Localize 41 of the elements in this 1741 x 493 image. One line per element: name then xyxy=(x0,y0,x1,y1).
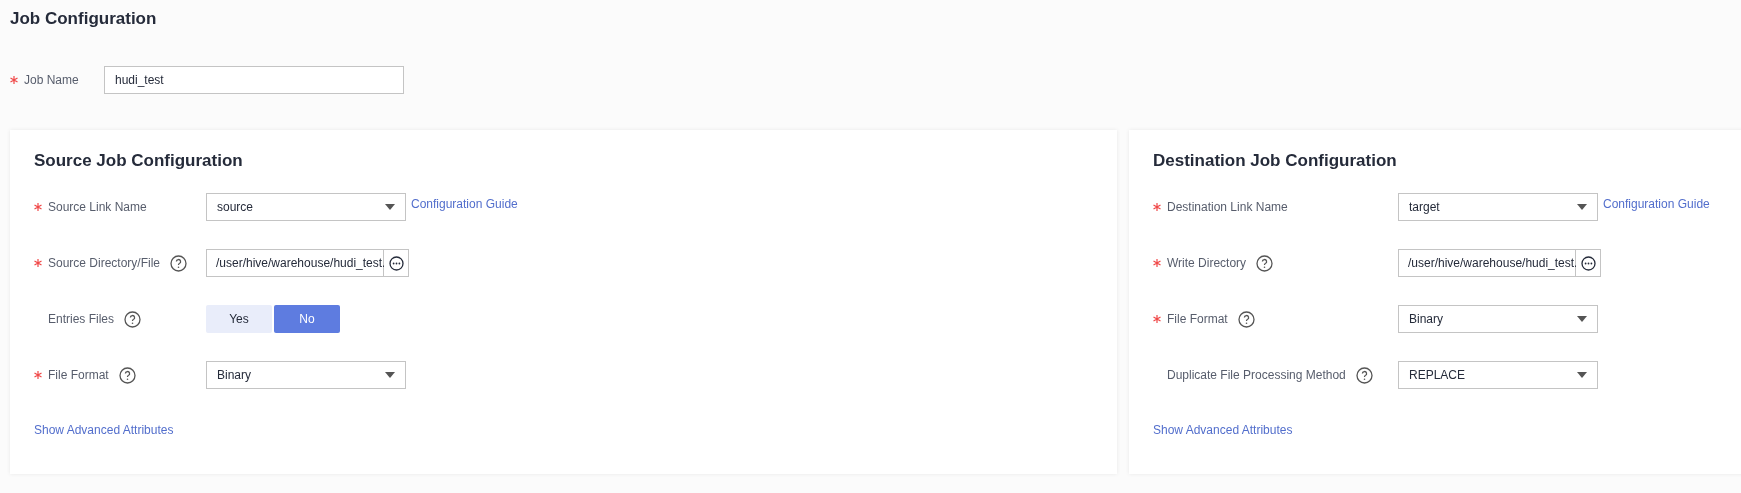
job-name-field[interactable]: hudi_test xyxy=(104,65,404,94)
field-label: Job Name xyxy=(24,71,79,89)
toggle-option[interactable]: No xyxy=(274,305,340,333)
caret-icon xyxy=(1577,316,1587,322)
field-label: File Format xyxy=(1167,311,1228,328)
more-icon xyxy=(388,255,404,271)
field-label: Duplicate File Processing Method xyxy=(1167,367,1346,384)
field-label: Entries Files xyxy=(48,311,115,328)
browse-button[interactable] xyxy=(384,249,409,277)
panel-title: Destination Job Configuration xyxy=(1153,149,1398,172)
path-field[interactable]: /user/hive/warehouse/hudi_test. xyxy=(206,249,384,277)
help-icon[interactable] xyxy=(1355,366,1373,384)
field-label: Source Link Name xyxy=(48,199,147,216)
field-label: Write Directory xyxy=(1167,255,1247,272)
toggle-option[interactable]: Yes xyxy=(206,305,272,333)
dropdown[interactable]: Binary xyxy=(206,361,406,389)
help-icon[interactable] xyxy=(170,254,188,272)
field-label: File Format xyxy=(48,367,109,384)
dropdown[interactable]: source xyxy=(206,193,406,221)
caret-icon xyxy=(1577,372,1587,378)
dropdown[interactable]: target xyxy=(1398,193,1598,221)
help-icon[interactable] xyxy=(1237,310,1255,328)
caret-icon xyxy=(385,372,395,378)
more-icon xyxy=(1580,255,1596,271)
browse-button[interactable] xyxy=(1576,249,1601,277)
field-label: Source Directory/File xyxy=(48,255,161,272)
caret-icon xyxy=(385,204,395,210)
panel-title: Source Job Configuration xyxy=(34,149,244,172)
caret-icon xyxy=(1577,204,1587,210)
configuration-guide-link[interactable]: Configuration Guide xyxy=(411,195,518,213)
dropdown[interactable]: REPLACE xyxy=(1398,361,1598,389)
show-advanced-link[interactable]: Show Advanced Attributes xyxy=(1153,423,1293,437)
help-icon[interactable] xyxy=(124,310,142,328)
configuration-guide-link[interactable]: Configuration Guide xyxy=(1603,195,1710,213)
dropdown[interactable]: Binary xyxy=(1398,305,1598,333)
page-title: Job Configuration xyxy=(10,8,158,30)
show-advanced-link[interactable]: Show Advanced Attributes xyxy=(34,423,174,437)
field-label: Destination Link Name xyxy=(1167,199,1288,216)
help-icon[interactable] xyxy=(1256,254,1274,272)
help-icon[interactable] xyxy=(118,366,136,384)
path-field[interactable]: /user/hive/warehouse/hudi_test. xyxy=(1398,249,1576,277)
